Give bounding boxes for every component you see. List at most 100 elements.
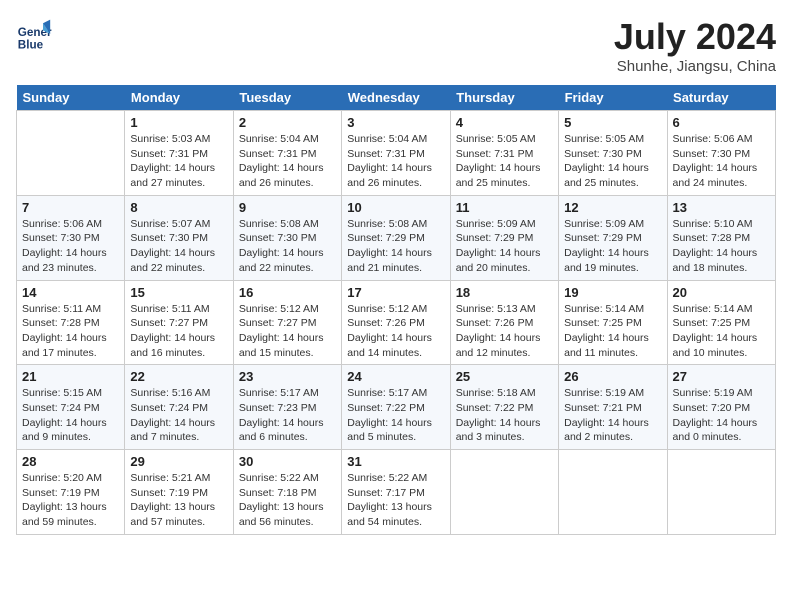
day-number: 28 [22, 454, 119, 469]
day-info: Sunrise: 5:06 AMSunset: 7:30 PMDaylight:… [22, 217, 119, 276]
calendar-cell: 3 Sunrise: 5:04 AMSunset: 7:31 PMDaylight… [342, 111, 450, 196]
location: Shunhe, Jiangsu, China [614, 58, 776, 75]
svg-text:Blue: Blue [18, 38, 44, 51]
day-number: 4 [456, 115, 553, 130]
week-row-1: 1Sunrise: 5:03 AMSunset: 7:31 PMDaylight… [17, 111, 776, 196]
day-info: Sunrise: 5:05 AMSunset: 7:30 PMDaylight:… [564, 132, 661, 191]
day-info: Sunrise: 5:17 AMSunset: 7:22 PMDaylight:… [347, 386, 444, 445]
day-info: Sunrise: 5:13 AMSunset: 7:26 PMDaylight:… [456, 302, 553, 361]
weekday-header-wednesday: Wednesday [342, 85, 450, 111]
day-number: 20 [673, 285, 770, 300]
week-row-2: 7 Sunrise: 5:06 AMSunset: 7:30 PMDaylight… [17, 195, 776, 280]
weekday-header-row: SundayMondayTuesdayWednesdayThursdayFrid… [17, 85, 776, 111]
calendar-cell: 8 Sunrise: 5:07 AMSunset: 7:30 PMDaylight… [125, 195, 233, 280]
day-info: Sunrise: 5:22 AMSunset: 7:17 PMDaylight:… [347, 471, 444, 530]
day-info: Sunrise: 5:09 AMSunset: 7:29 PMDaylight:… [456, 217, 553, 276]
title-block: July 2024 Shunhe, Jiangsu, China [614, 16, 776, 75]
weekday-header-monday: Monday [125, 85, 233, 111]
day-info: Sunrise: 5:21 AMSunset: 7:19 PMDaylight:… [130, 471, 227, 530]
day-info: Sunrise: 5:17 AMSunset: 7:23 PMDaylight:… [239, 386, 336, 445]
calendar-cell: 6 Sunrise: 5:06 AMSunset: 7:30 PMDaylight… [667, 111, 775, 196]
day-info: Sunrise: 5:22 AMSunset: 7:18 PMDaylight:… [239, 471, 336, 530]
day-number: 7 [22, 200, 119, 215]
calendar-cell: 25 Sunrise: 5:18 AMSunset: 7:22 PMDayligh… [450, 365, 558, 450]
calendar-cell: 28 Sunrise: 5:20 AMSunset: 7:19 PMDayligh… [17, 450, 125, 535]
day-info: Sunrise: 5:12 AMSunset: 7:27 PMDaylight:… [239, 302, 336, 361]
day-number: 29 [130, 454, 227, 469]
day-number: 21 [22, 369, 119, 384]
calendar-cell: 17 Sunrise: 5:12 AMSunset: 7:26 PMDayligh… [342, 280, 450, 365]
weekday-header-thursday: Thursday [450, 85, 558, 111]
day-number: 15 [130, 285, 227, 300]
day-info: Sunrise: 5:06 AMSunset: 7:30 PMDaylight:… [673, 132, 770, 191]
calendar-cell: 7 Sunrise: 5:06 AMSunset: 7:30 PMDaylight… [17, 195, 125, 280]
calendar-cell: 22Sunrise: 5:16 AMSunset: 7:24 PMDayligh… [125, 365, 233, 450]
day-number: 1 [130, 115, 227, 130]
day-info: Sunrise: 5:19 AMSunset: 7:20 PMDaylight:… [673, 386, 770, 445]
day-number: 31 [347, 454, 444, 469]
day-number: 30 [239, 454, 336, 469]
logo: General Blue [16, 16, 52, 52]
calendar-cell: 13 Sunrise: 5:10 AMSunset: 7:28 PMDayligh… [667, 195, 775, 280]
calendar-cell: 27 Sunrise: 5:19 AMSunset: 7:20 PMDayligh… [667, 365, 775, 450]
calendar-cell: 23 Sunrise: 5:17 AMSunset: 7:23 PMDayligh… [233, 365, 341, 450]
day-info: Sunrise: 5:09 AMSunset: 7:29 PMDaylight:… [564, 217, 661, 276]
day-info: Sunrise: 5:15 AMSunset: 7:24 PMDaylight:… [22, 386, 119, 445]
day-info: Sunrise: 5:11 AMSunset: 7:28 PMDaylight:… [22, 302, 119, 361]
calendar-cell: 16 Sunrise: 5:12 AMSunset: 7:27 PMDayligh… [233, 280, 341, 365]
calendar-cell [17, 111, 125, 196]
calendar-cell [559, 450, 667, 535]
day-number: 24 [347, 369, 444, 384]
day-number: 13 [673, 200, 770, 215]
month-title: July 2024 [614, 16, 776, 58]
day-info: Sunrise: 5:04 AMSunset: 7:31 PMDaylight:… [239, 132, 336, 191]
calendar-cell: 15Sunrise: 5:11 AMSunset: 7:27 PMDayligh… [125, 280, 233, 365]
day-info: Sunrise: 5:08 AMSunset: 7:29 PMDaylight:… [347, 217, 444, 276]
day-info: Sunrise: 5:07 AMSunset: 7:30 PMDaylight:… [130, 217, 227, 276]
calendar-cell: 26 Sunrise: 5:19 AMSunset: 7:21 PMDayligh… [559, 365, 667, 450]
calendar-cell: 30 Sunrise: 5:22 AMSunset: 7:18 PMDayligh… [233, 450, 341, 535]
calendar-cell: 5Sunrise: 5:05 AMSunset: 7:30 PMDaylight… [559, 111, 667, 196]
calendar-cell [667, 450, 775, 535]
weekday-header-saturday: Saturday [667, 85, 775, 111]
weekday-header-tuesday: Tuesday [233, 85, 341, 111]
day-number: 12 [564, 200, 661, 215]
day-number: 2 [239, 115, 336, 130]
day-number: 18 [456, 285, 553, 300]
logo-icon: General Blue [16, 16, 52, 52]
calendar-cell: 29 Sunrise: 5:21 AMSunset: 7:19 PMDayligh… [125, 450, 233, 535]
calendar-cell [450, 450, 558, 535]
day-number: 11 [456, 200, 553, 215]
day-number: 23 [239, 369, 336, 384]
day-number: 6 [673, 115, 770, 130]
week-row-5: 28 Sunrise: 5:20 AMSunset: 7:19 PMDayligh… [17, 450, 776, 535]
page-header: General Blue July 2024 Shunhe, Jiangsu, … [16, 16, 776, 75]
day-number: 16 [239, 285, 336, 300]
calendar-cell: 18 Sunrise: 5:13 AMSunset: 7:26 PMDayligh… [450, 280, 558, 365]
day-info: Sunrise: 5:12 AMSunset: 7:26 PMDaylight:… [347, 302, 444, 361]
day-info: Sunrise: 5:04 AMSunset: 7:31 PMDaylight:… [347, 132, 444, 191]
day-number: 17 [347, 285, 444, 300]
calendar-cell: 31 Sunrise: 5:22 AMSunset: 7:17 PMDayligh… [342, 450, 450, 535]
day-number: 8 [130, 200, 227, 215]
calendar-cell: 12 Sunrise: 5:09 AMSunset: 7:29 PMDayligh… [559, 195, 667, 280]
calendar-cell: 21 Sunrise: 5:15 AMSunset: 7:24 PMDayligh… [17, 365, 125, 450]
weekday-header-friday: Friday [559, 85, 667, 111]
day-number: 26 [564, 369, 661, 384]
calendar-cell: 19Sunrise: 5:14 AMSunset: 7:25 PMDayligh… [559, 280, 667, 365]
day-info: Sunrise: 5:20 AMSunset: 7:19 PMDaylight:… [22, 471, 119, 530]
day-info: Sunrise: 5:19 AMSunset: 7:21 PMDaylight:… [564, 386, 661, 445]
calendar-cell: 1Sunrise: 5:03 AMSunset: 7:31 PMDaylight… [125, 111, 233, 196]
calendar-cell: 20Sunrise: 5:14 AMSunset: 7:25 PMDayligh… [667, 280, 775, 365]
calendar-cell: 10Sunrise: 5:08 AMSunset: 7:29 PMDayligh… [342, 195, 450, 280]
calendar-cell: 11 Sunrise: 5:09 AMSunset: 7:29 PMDayligh… [450, 195, 558, 280]
day-info: Sunrise: 5:10 AMSunset: 7:28 PMDaylight:… [673, 217, 770, 276]
day-number: 27 [673, 369, 770, 384]
calendar-cell: 9Sunrise: 5:08 AMSunset: 7:30 PMDaylight… [233, 195, 341, 280]
day-info: Sunrise: 5:18 AMSunset: 7:22 PMDaylight:… [456, 386, 553, 445]
week-row-3: 14Sunrise: 5:11 AMSunset: 7:28 PMDayligh… [17, 280, 776, 365]
day-number: 3 [347, 115, 444, 130]
calendar-cell: 24 Sunrise: 5:17 AMSunset: 7:22 PMDayligh… [342, 365, 450, 450]
day-number: 25 [456, 369, 553, 384]
calendar-cell: 14Sunrise: 5:11 AMSunset: 7:28 PMDayligh… [17, 280, 125, 365]
